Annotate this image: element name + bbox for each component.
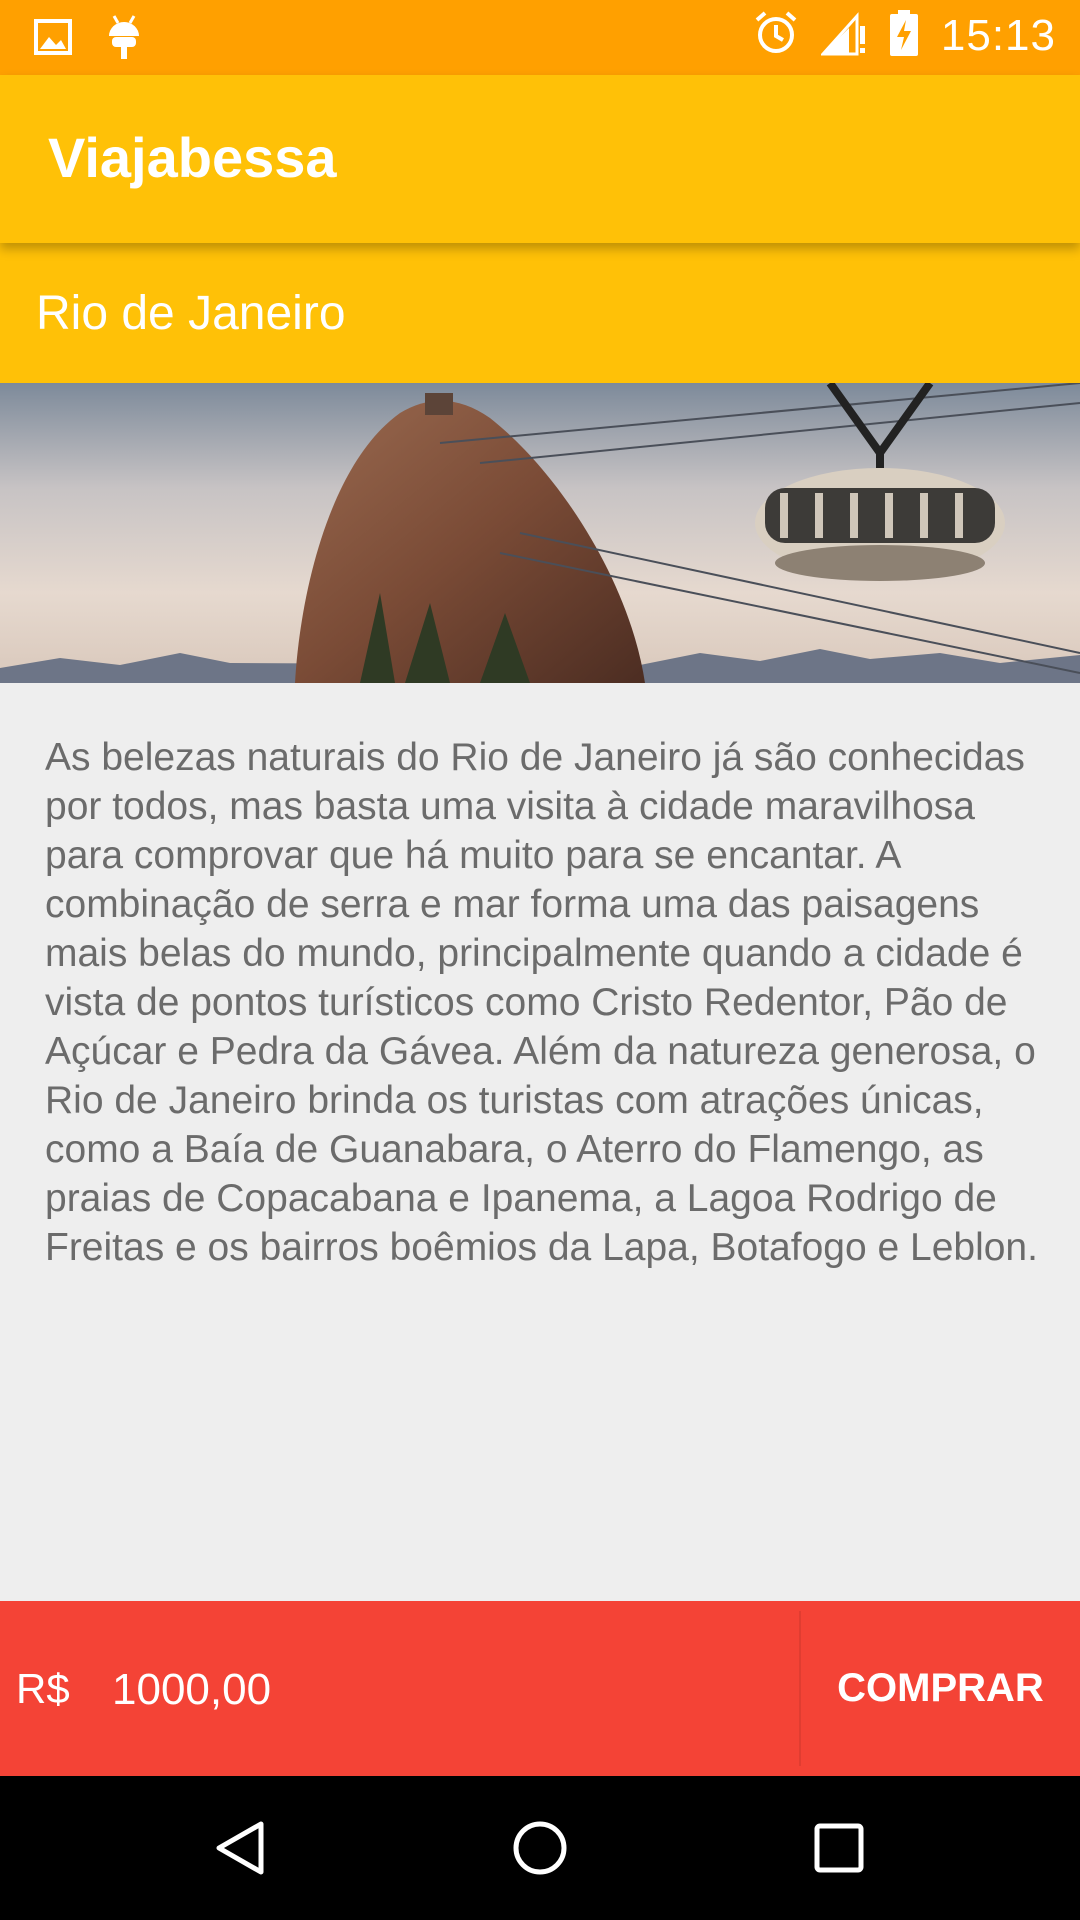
app-bar: Viajabessa: [0, 75, 1080, 243]
price-value: 1000,00: [112, 1665, 272, 1714]
buy-button[interactable]: COMPRAR: [801, 1601, 1080, 1776]
alarm-icon: [753, 10, 799, 61]
recents-icon[interactable]: [803, 1812, 875, 1884]
battery-charging-icon: [889, 10, 919, 61]
status-clock: 15:13: [940, 10, 1056, 60]
signal-icon: [819, 10, 867, 61]
currency-label: R$: [16, 1665, 70, 1712]
city-title: Rio de Janeiro: [36, 287, 346, 340]
navigation-bar: [0, 1776, 1080, 1920]
destination-photo: [0, 383, 1080, 683]
app-title: Viajabessa: [48, 126, 337, 189]
purchase-bar: R$ 1000,00 COMPRAR: [0, 1601, 1080, 1776]
android-debug-icon: [106, 14, 142, 65]
image-icon: [34, 19, 72, 60]
content-area: As belezas naturais do Rio de Janeiro já…: [0, 683, 1080, 1601]
back-icon[interactable]: [205, 1812, 277, 1884]
package-description: As belezas naturais do Rio de Janeiro já…: [45, 736, 1038, 1269]
status-bar: 15:13: [0, 0, 1080, 75]
home-icon[interactable]: [504, 1812, 576, 1884]
city-header: Rio de Janeiro: [0, 243, 1080, 383]
